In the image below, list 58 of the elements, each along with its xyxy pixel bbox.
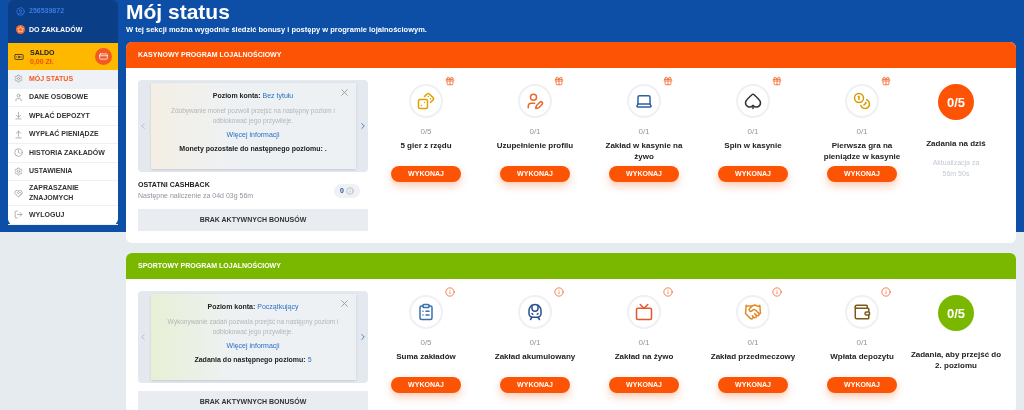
task-label: Uzupełnienie profilu bbox=[496, 140, 574, 153]
task-progress: 0/1 bbox=[856, 337, 868, 350]
gear-icon bbox=[14, 74, 23, 84]
card-icon bbox=[99, 52, 108, 61]
gift-icon bbox=[663, 76, 673, 87]
clock-icon bbox=[14, 148, 23, 158]
close-icon[interactable] bbox=[338, 87, 350, 99]
info-icon bbox=[663, 287, 673, 298]
handshake-icon bbox=[744, 303, 762, 322]
task-progress: 0/5 bbox=[420, 337, 432, 350]
upload-icon bbox=[14, 129, 23, 139]
screen-icon bbox=[635, 303, 653, 322]
laptop-icon bbox=[635, 92, 653, 111]
task-label: Zakład przedmeczowy bbox=[710, 351, 796, 364]
dice-icon bbox=[417, 92, 435, 111]
task-progress: 0/1 bbox=[638, 126, 650, 139]
train-icon bbox=[526, 303, 544, 322]
task-label: Wpłata depozytu bbox=[830, 351, 894, 364]
page-title: Mój status bbox=[126, 0, 231, 24]
deposit-button[interactable] bbox=[95, 48, 112, 65]
user-icon bbox=[14, 92, 23, 102]
task-progress: 0/1 bbox=[747, 126, 759, 139]
task-label: Zakład akumulowany bbox=[494, 351, 576, 364]
task-progress: 0/1 bbox=[856, 126, 868, 139]
info-icon bbox=[445, 287, 455, 298]
task-label: Spin w kasynie bbox=[724, 140, 782, 153]
gear-icon bbox=[14, 166, 23, 176]
info-icon bbox=[346, 186, 354, 195]
download-icon bbox=[14, 111, 23, 121]
info-icon bbox=[554, 287, 564, 298]
spade-icon bbox=[744, 92, 762, 111]
checklist-icon bbox=[417, 303, 435, 322]
gift-icon bbox=[881, 76, 891, 87]
coins-icon bbox=[853, 92, 871, 111]
star-icon bbox=[16, 25, 25, 35]
user-icon bbox=[16, 6, 25, 16]
task-progress: 0/1 bbox=[529, 126, 541, 139]
gift-icon bbox=[445, 76, 455, 87]
close-icon[interactable] bbox=[338, 298, 350, 310]
gift-icon bbox=[554, 76, 564, 87]
task-label: 5 gier z rzędu bbox=[400, 140, 452, 153]
logout-icon bbox=[14, 210, 23, 220]
info-icon bbox=[772, 287, 782, 298]
user-edit-icon bbox=[526, 92, 544, 111]
wallet-icon bbox=[853, 303, 871, 322]
task-progress: 0/1 bbox=[638, 337, 650, 350]
gift-icon bbox=[772, 76, 782, 87]
task-progress: 0/5 bbox=[420, 126, 432, 139]
task-label: Zakład na żywo bbox=[614, 351, 674, 364]
info-icon bbox=[881, 287, 891, 298]
task-progress: 0/1 bbox=[529, 337, 541, 350]
task-label: Zakład w kasynie na żywo bbox=[604, 140, 684, 163]
tasks-summary-label: Zadania, aby przejść do 2. poziomu bbox=[909, 349, 1003, 372]
task-label: Pierwsza gra na pieniądze w kasynie bbox=[822, 140, 902, 163]
task-progress: 0/1 bbox=[747, 337, 759, 350]
tasks-summary-label: Zadania na dziś bbox=[926, 138, 986, 150]
banknote-icon bbox=[14, 51, 24, 62]
task-label: Suma zakładów bbox=[396, 351, 456, 364]
